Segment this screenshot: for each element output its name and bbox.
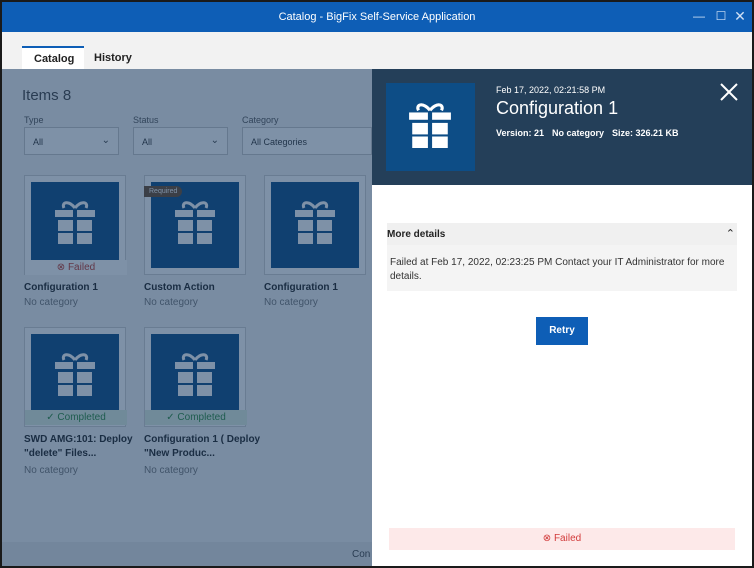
gift-tile (271, 182, 359, 268)
details-size: Size: 326.21 KB (612, 128, 679, 138)
card-name: Custom Action (144, 282, 215, 293)
chevron-down-icon: ⌄ (101, 135, 110, 146)
card-category: No category (24, 297, 78, 308)
tab-bar: Catalog History (2, 32, 752, 69)
chevron-up-icon[interactable]: ⌃ (726, 227, 735, 240)
category-filter-label: Category (242, 115, 279, 125)
catalog-card[interactable]: Required (144, 175, 246, 275)
status-filter-label: Status (133, 115, 159, 125)
card-category: No category (144, 297, 198, 308)
category-filter-select[interactable]: All Categories (242, 127, 372, 155)
catalog-card[interactable] (264, 175, 366, 275)
retry-button[interactable]: Retry (536, 317, 588, 345)
type-filter-label: Type (24, 115, 44, 125)
details-title: Configuration 1 (496, 98, 619, 118)
card-status-completed: ✓ Completed (145, 410, 247, 425)
card-name: Configuration 1 (264, 282, 338, 293)
more-details-text: Failed at Feb 17, 2022, 02:23:25 PM Cont… (390, 257, 725, 282)
gift-tile (151, 334, 239, 420)
gift-icon (409, 103, 451, 148)
title-bar: Catalog - BigFix Self-Service Applicatio… (2, 2, 752, 32)
card-name: Configuration 1 (24, 282, 98, 293)
details-category: No category (552, 128, 605, 138)
close-icon[interactable] (718, 81, 740, 103)
details-panel: Feb 17, 2022, 02:21:58 PM Configuration … (372, 69, 752, 566)
card-name: SWD AMG:101: Deploy "delete" Files... (24, 434, 133, 459)
catalog-card[interactable]: ✓ Completed (24, 327, 127, 427)
status-filter-value: All (142, 137, 153, 147)
card-category: No category (24, 465, 78, 476)
details-version: Version: 21 (496, 128, 545, 138)
card-category: No category (264, 297, 318, 308)
status-filter-select[interactable]: All ⌄ (133, 127, 228, 155)
chevron-down-icon: ⌄ (210, 135, 219, 146)
more-details-section: More details ⌃ Failed at Feb 17, 2022, 0… (387, 223, 737, 291)
window-title: Catalog - BigFix Self-Service Applicatio… (278, 11, 476, 23)
details-date: Feb 17, 2022, 02:21:58 PM (496, 85, 606, 95)
tab-history[interactable]: History (82, 46, 144, 69)
gift-tile (31, 334, 119, 420)
card-status-completed: ✓ Completed (25, 410, 127, 425)
app-window: Catalog - BigFix Self-Service Applicatio… (0, 0, 754, 568)
gift-icon (55, 353, 95, 396)
catalog-card[interactable]: ✓ Completed (144, 327, 247, 427)
details-header: Feb 17, 2022, 02:21:58 PM Configuration … (372, 69, 752, 185)
minimize-icon[interactable]: — (691, 8, 707, 24)
gift-tile (386, 83, 475, 171)
items-count-title: Items 8 (22, 87, 72, 104)
type-filter-select[interactable]: All ⌄ (24, 127, 119, 155)
close-window-icon[interactable]: ✕ (732, 8, 748, 24)
card-category: No category (144, 465, 198, 476)
gift-icon (295, 201, 335, 244)
card-status-failed: ⊗ Failed (25, 260, 127, 275)
card-name: Configuration 1 ( Deploy "New Produc... (144, 434, 261, 459)
more-details-title: More details (387, 229, 446, 240)
gift-tile (31, 182, 119, 268)
failed-status-bar: ⊗ Failed (389, 528, 735, 550)
gift-icon (175, 201, 215, 244)
tab-catalog[interactable]: Catalog (22, 46, 84, 69)
type-filter-value: All (33, 137, 44, 147)
required-badge: Required (144, 186, 183, 197)
bottom-strip: Con (2, 542, 372, 566)
category-filter-value: All Categories (251, 137, 308, 147)
gift-icon (175, 353, 215, 396)
bottom-strip-text: Con (352, 549, 371, 560)
gift-icon (55, 201, 95, 244)
failed-status-label: Failed (553, 533, 582, 544)
maximize-icon[interactable]: ☐ (713, 8, 729, 24)
catalog-card[interactable]: ⊗ Failed (24, 175, 127, 275)
